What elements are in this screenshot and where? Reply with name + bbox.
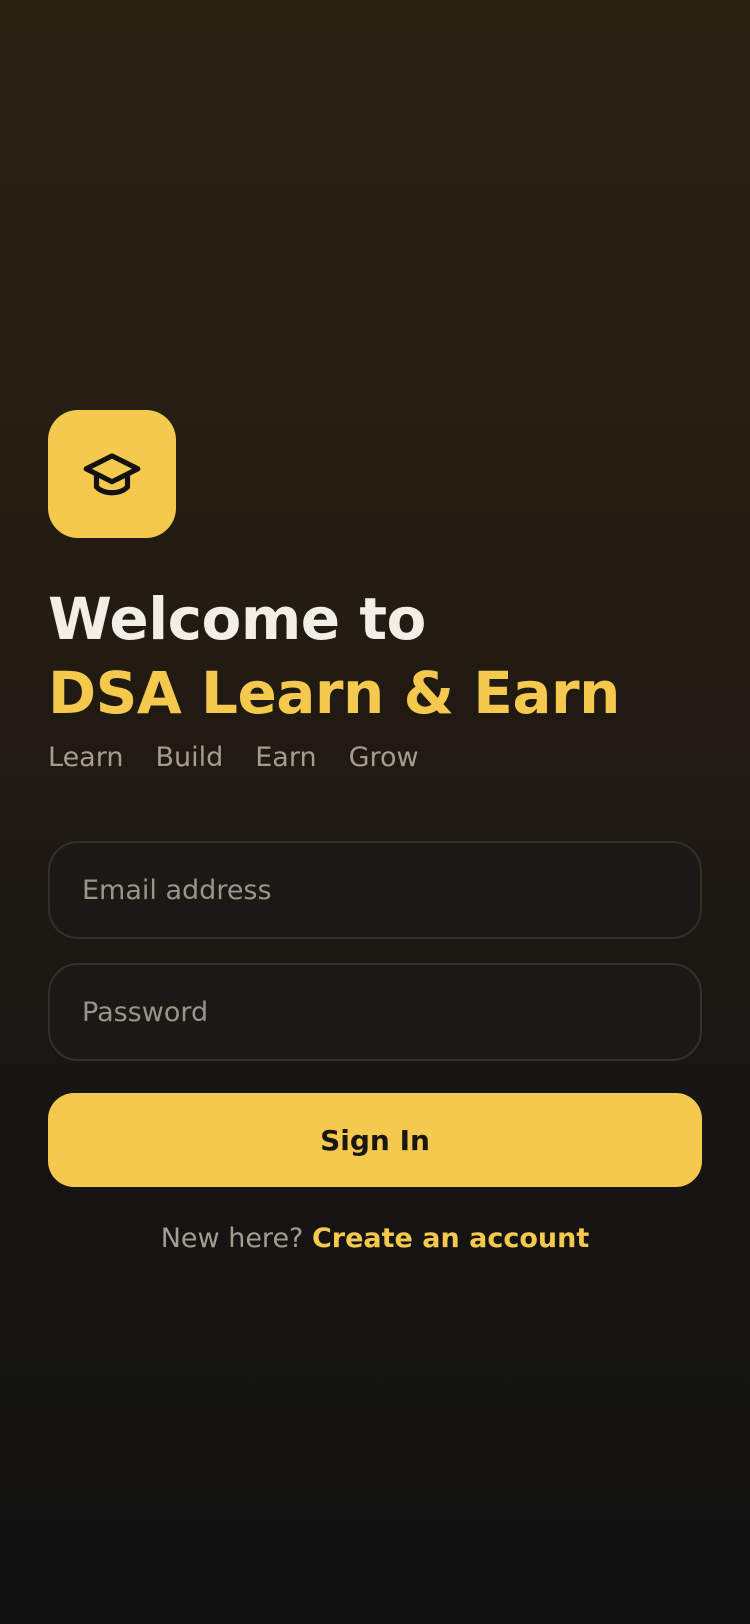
sign-in-button[interactable]: Sign In — [48, 1093, 702, 1187]
login-screen: Welcome to DSA Learn & Earn Learn Build … — [48, 410, 702, 1254]
password-field[interactable] — [48, 963, 702, 1061]
page-title: Welcome to DSA Learn & Earn — [48, 582, 702, 730]
tagline-item-learn: Learn — [48, 742, 124, 773]
app-name-heading: DSA Learn & Earn — [48, 659, 620, 727]
app-logo — [48, 410, 176, 538]
create-account-link[interactable]: Create an account — [312, 1223, 589, 1254]
graduation-cap-icon — [83, 453, 141, 496]
tagline-item-earn: Earn — [255, 742, 317, 773]
signup-prompt: New here? Create an account — [48, 1223, 702, 1254]
tagline-item-grow: Grow — [348, 742, 419, 773]
welcome-heading: Welcome to — [48, 585, 426, 653]
tagline: Learn Build Earn Grow — [48, 742, 702, 773]
signup-prompt-text: New here? — [160, 1223, 304, 1254]
tagline-item-build: Build — [155, 742, 224, 773]
email-field[interactable] — [48, 841, 702, 939]
